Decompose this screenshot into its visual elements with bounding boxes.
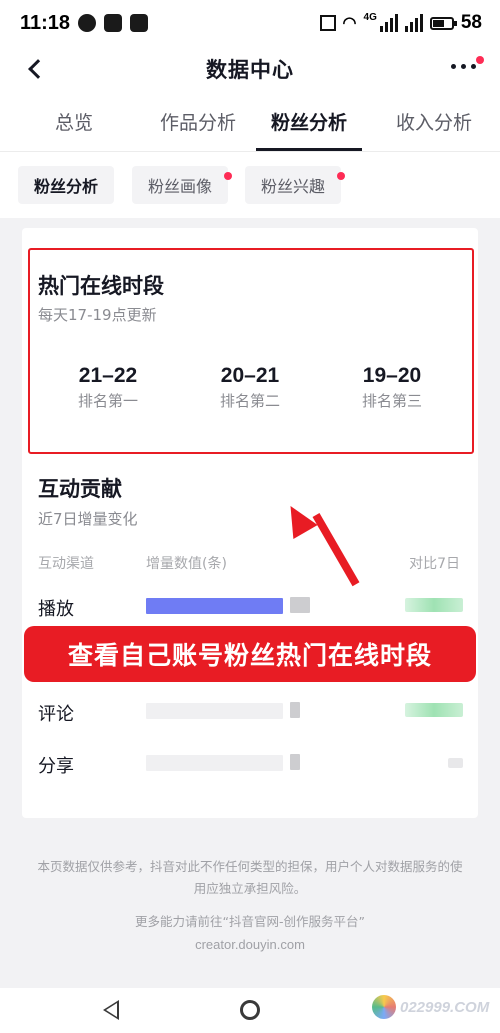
subtab-label: 粉丝兴趣 — [261, 177, 326, 196]
subtab-fans-analysis[interactable]: 粉丝分析 — [18, 166, 115, 204]
battery-level: 58 — [460, 12, 482, 33]
status-bar: 11:18 ◠ 4G 58 — [0, 0, 500, 46]
chat-notification-icon — [78, 14, 97, 32]
sub-tabs: 粉丝分析 粉丝画像 粉丝兴趣 — [0, 152, 500, 218]
hot-time-range: 19–20 — [362, 364, 422, 387]
more-dot-icon — [451, 64, 456, 69]
tab-overview[interactable]: 总览 — [0, 92, 148, 151]
disclaimer-line: 用应独立承担风险。 — [193, 881, 307, 896]
nav-home-icon[interactable] — [240, 1000, 260, 1020]
subtab-fans-interest[interactable]: 粉丝兴趣 — [245, 166, 346, 204]
hot-time-item: 21–22 排名第一 — [48, 364, 168, 411]
notification-dot — [476, 56, 484, 64]
hot-time-range: 21–22 — [78, 364, 138, 387]
creator-url-link[interactable]: creator.douyin.com — [22, 934, 478, 956]
subtab-label: 粉丝分析 — [34, 177, 99, 196]
more-dot-icon — [471, 64, 476, 69]
blurred-compare — [405, 598, 463, 612]
tab-income[interactable]: 收入分析 — [368, 92, 500, 151]
subtab-label: 粉丝画像 — [148, 177, 213, 196]
main-tabs: 总览 作品分析 粉丝分析 收入分析 — [0, 92, 500, 152]
hot-time-rank: 排名第三 — [361, 392, 422, 410]
row-label-share: 分享 — [38, 756, 74, 777]
row-label-comment: 评论 — [38, 704, 74, 725]
signal-2-icon — [404, 14, 423, 32]
hot-time-range: 20–21 — [220, 364, 280, 387]
column-header-increment: 增量数值(条) — [146, 556, 227, 572]
header: 数据中心 — [0, 46, 500, 92]
hot-time-item: 20–21 排名第二 — [190, 364, 310, 411]
increment-bar — [146, 598, 283, 614]
watermark: 022999.COM — [372, 995, 489, 1019]
blurred-compare — [405, 703, 463, 717]
more-dot-icon — [461, 64, 466, 69]
annotation-banner: 查看自己账号粉丝热门在线时段 — [24, 626, 476, 682]
blurred-value — [290, 597, 310, 613]
nav-back-icon[interactable] — [103, 1000, 119, 1020]
page-title: 数据中心 — [206, 58, 294, 82]
hot-time-item: 19–20 排名第三 — [332, 364, 452, 411]
blurred-value — [290, 754, 300, 770]
watermark-text: 022999.COM — [400, 998, 490, 1016]
hot-online-title: 热门在线时段 — [38, 274, 164, 298]
battery-icon — [429, 16, 457, 30]
interaction-title: 互动贡献 — [38, 477, 122, 501]
signal-icon — [379, 14, 398, 32]
hot-time-rank: 排名第一 — [77, 392, 138, 410]
tab-fans[interactable]: 粉丝分析 — [250, 92, 368, 151]
row-label-play: 播放 — [38, 599, 74, 620]
blurred-value — [290, 702, 300, 718]
alarm-icon — [319, 15, 336, 31]
new-badge-dot — [224, 172, 233, 180]
column-header-compare: 对比7日 — [409, 556, 460, 572]
new-badge-dot — [337, 172, 346, 180]
interaction-subtitle: 近7日增量变化 — [38, 510, 138, 528]
app-notification-icon — [104, 14, 123, 32]
column-header-channel: 互动渠道 — [38, 556, 94, 572]
more-button[interactable] — [451, 60, 476, 73]
hot-online-subtitle: 每天17-19点更新 — [38, 306, 157, 324]
status-right: ◠ 4G 58 — [319, 12, 482, 34]
subtab-fans-portrait[interactable]: 粉丝画像 — [132, 166, 233, 204]
bag-notification-icon — [130, 14, 149, 32]
watermark-logo-icon — [372, 995, 396, 1019]
more-info-line: 更多能力请前往“抖音官网-创作服务平台” — [135, 914, 365, 929]
blurred-compare — [448, 758, 463, 768]
status-left: 11:18 — [20, 11, 149, 35]
tab-works[interactable]: 作品分析 — [148, 92, 248, 151]
disclaimer-line: 本页数据仅供参考，抖音对此不作任何类型的担保，用户个人对数据服务的使 — [37, 859, 463, 874]
chevron-left-icon — [28, 59, 48, 79]
increment-bar — [146, 703, 283, 719]
network-type-label: 4G — [363, 12, 377, 23]
wifi-icon: ◠ — [342, 15, 357, 32]
back-button[interactable] — [18, 52, 52, 86]
status-time: 11:18 — [20, 11, 71, 34]
increment-bar — [146, 755, 283, 771]
hot-time-rank: 排名第二 — [219, 392, 280, 410]
